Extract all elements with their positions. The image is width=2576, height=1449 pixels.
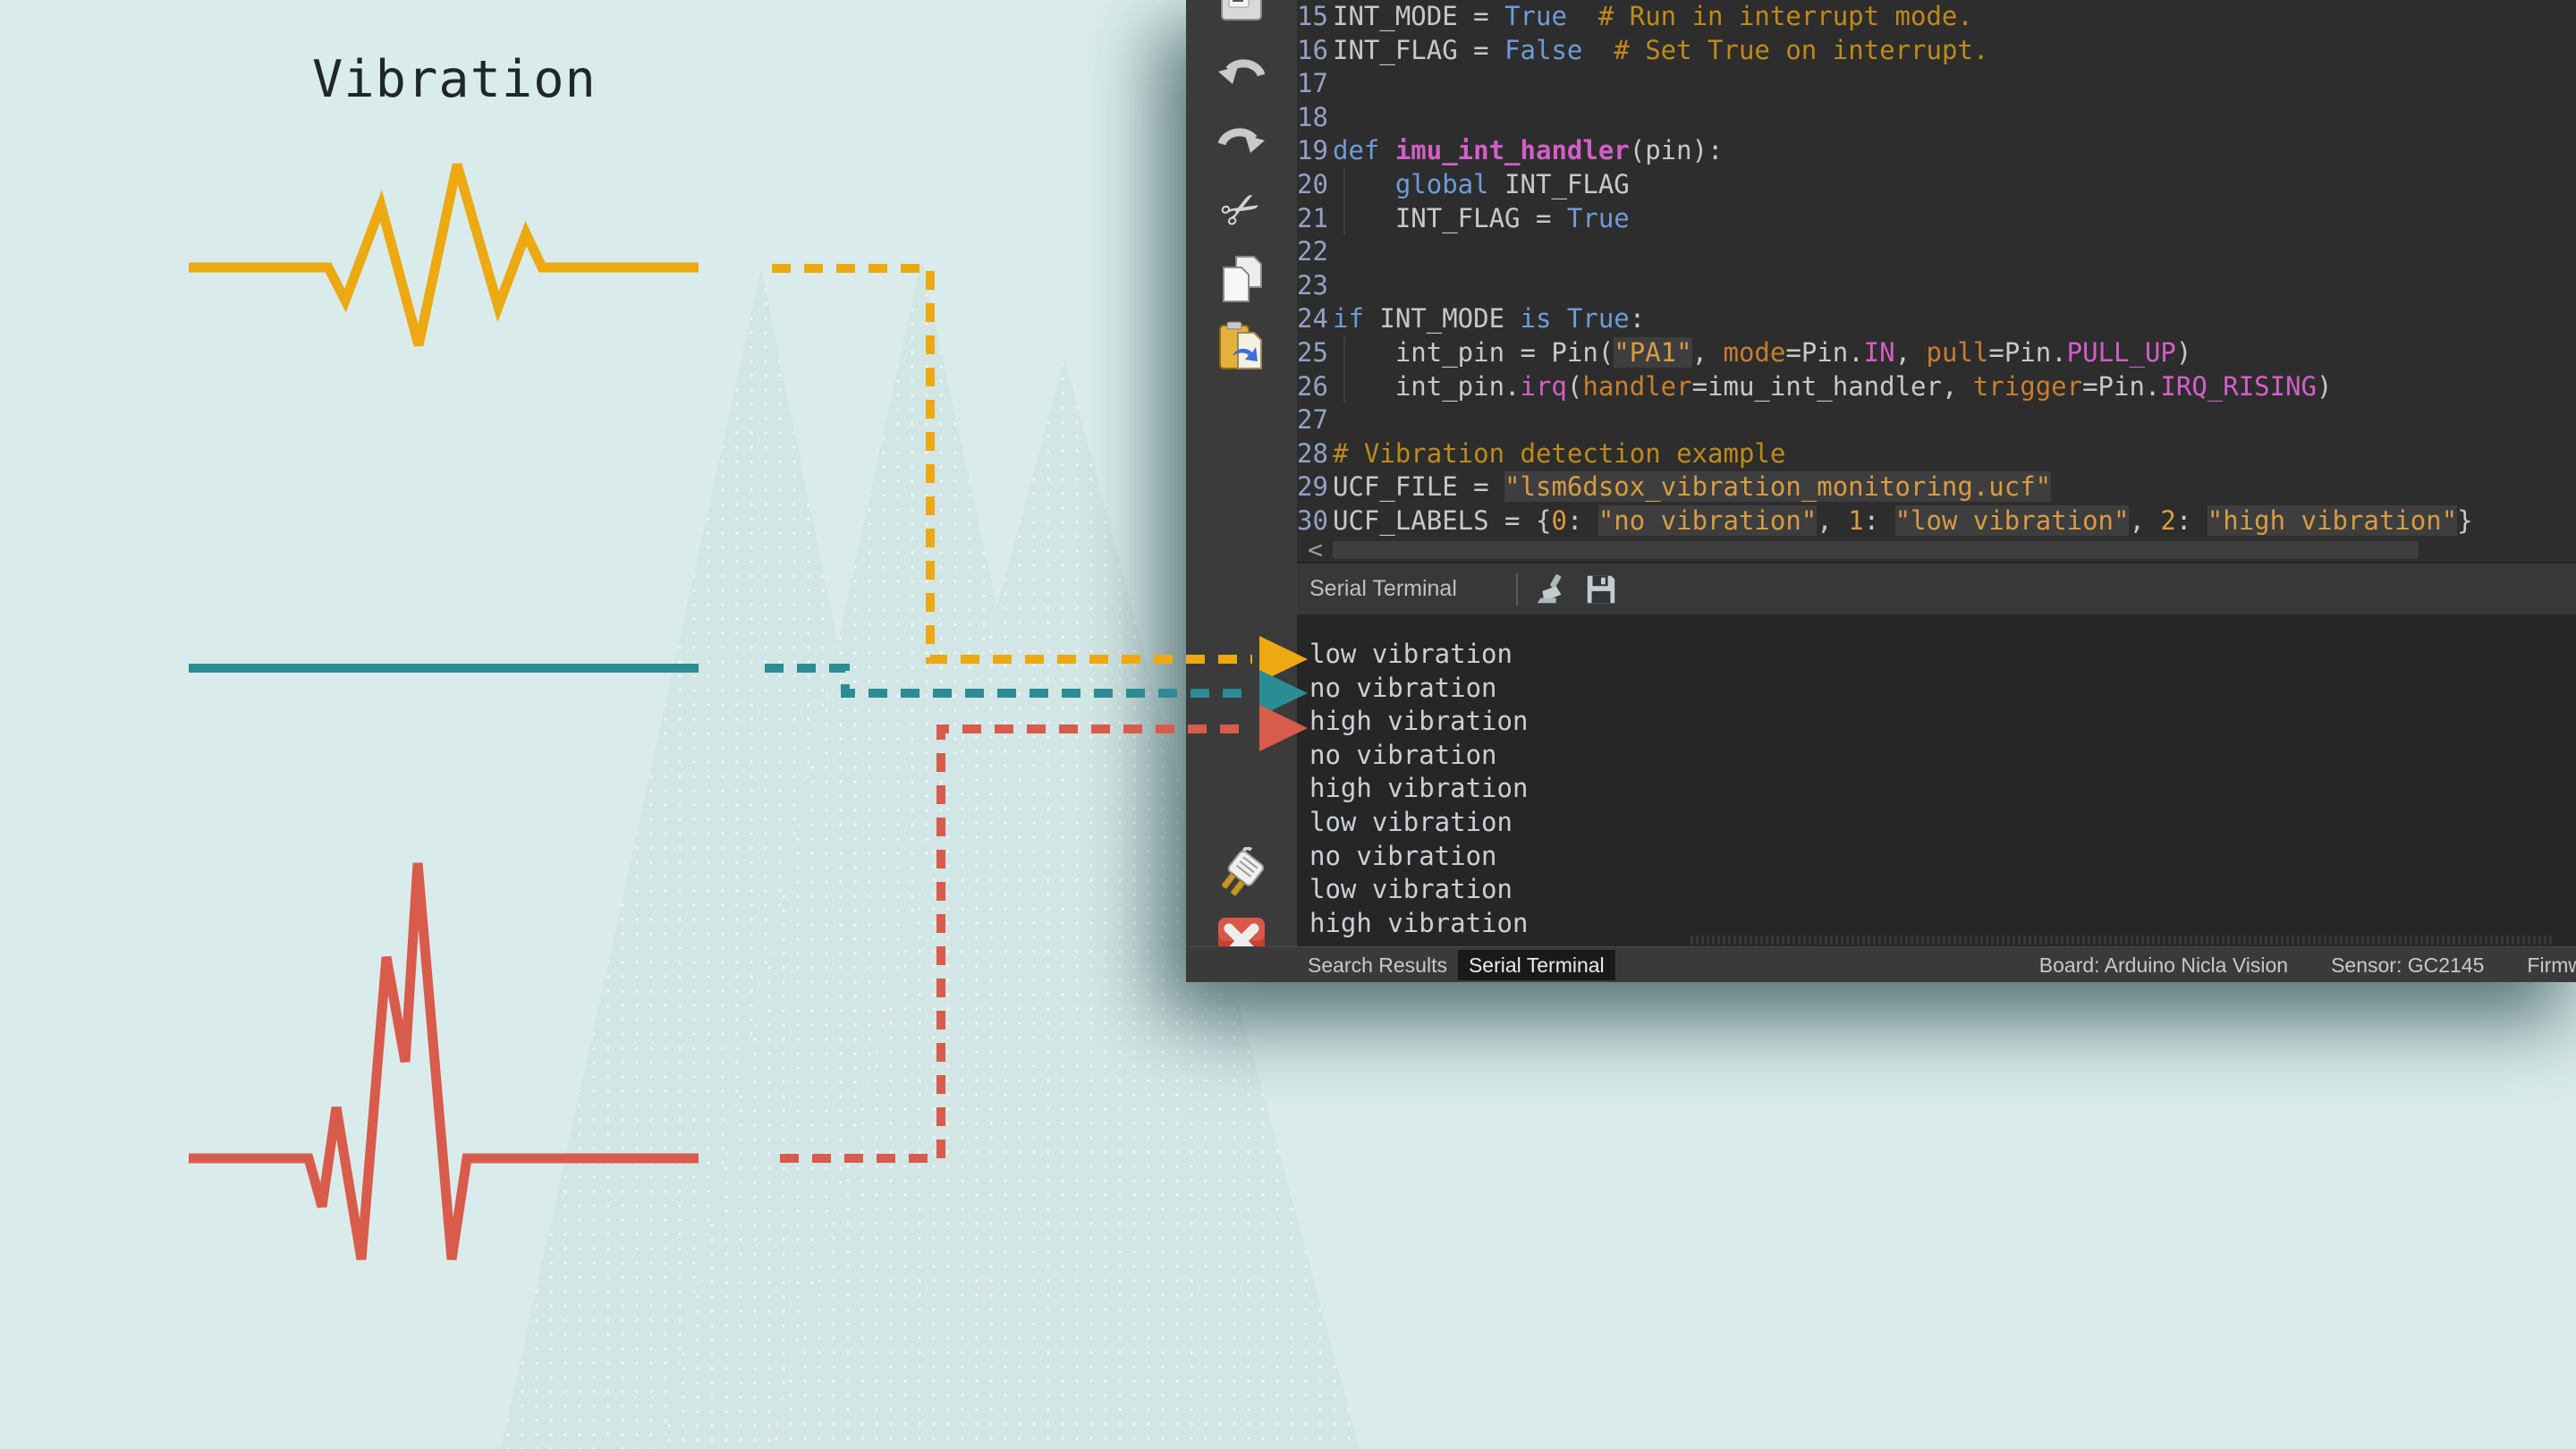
- serial-terminal-header: Serial Terminal: [1297, 564, 2576, 614]
- undo-button[interactable]: [1215, 52, 1268, 106]
- line-number: 23: [1297, 269, 1327, 303]
- line-number: 30: [1297, 504, 1327, 538]
- paste-button[interactable]: [1215, 320, 1268, 374]
- code-line: 17: [1297, 67, 2576, 101]
- code-line: 30UCF_LABELS = {0: "no vibration", 1: "l…: [1297, 504, 2576, 538]
- redo-button[interactable]: [1215, 121, 1268, 174]
- serial-terminal-title: Serial Terminal: [1309, 576, 1457, 602]
- code-line: 27: [1297, 403, 2576, 437]
- scissors-icon: ✂: [1211, 177, 1272, 243]
- code-line: 28# Vibration detection example: [1297, 437, 2576, 471]
- code-line: 22: [1297, 235, 2576, 269]
- copy-icon: [1215, 253, 1268, 307]
- save-button[interactable]: [1215, 0, 1268, 36]
- line-number: 21: [1297, 202, 1327, 236]
- scrollbar-thumb[interactable]: [1333, 541, 2419, 559]
- code-line: 23: [1297, 269, 2576, 303]
- editor-toolbar: ✂: [1186, 0, 1297, 982]
- code-line: 24if INT_MODE is True:: [1297, 302, 2576, 336]
- floppy-icon: [1584, 572, 1618, 606]
- serial-terminal-output[interactable]: low vibrationno vibrationhigh vibrationn…: [1297, 614, 2576, 946]
- line-number: 19: [1297, 134, 1327, 168]
- sensor-label: Sensor: GC2145: [2331, 953, 2484, 978]
- code-editor[interactable]: 15INT_MODE = True # Run in interrupt mod…: [1297, 0, 2576, 538]
- undo-icon: [1215, 52, 1268, 106]
- line-number: 18: [1297, 101, 1327, 135]
- code-line: 18: [1297, 101, 2576, 135]
- tab-serial-terminal[interactable]: Serial Terminal: [1458, 950, 1615, 980]
- status-bar: Search Results Serial Terminal Board: Ar…: [1186, 946, 2576, 982]
- paste-icon: [1215, 320, 1268, 374]
- terminal-line: low vibration: [1309, 873, 2576, 907]
- horizontal-scrollbar: <: [1297, 538, 2576, 562]
- page-title: Vibration: [312, 50, 597, 109]
- line-number: 29: [1297, 470, 1327, 504]
- line-number: 24: [1297, 302, 1327, 336]
- terminal-line: no vibration: [1309, 739, 2576, 773]
- save-log-button[interactable]: [1584, 572, 1618, 606]
- copy-button[interactable]: [1215, 253, 1268, 307]
- terminal-line: low vibration: [1309, 806, 2576, 840]
- connect-button[interactable]: [1215, 847, 1268, 901]
- save-icon: [1215, 0, 1268, 36]
- code-line: 21 INT_FLAG = True: [1297, 202, 2576, 236]
- low-vibration-waveform: [189, 165, 699, 345]
- code-line: 20 global INT_FLAG: [1297, 168, 2576, 202]
- line-number: 25: [1297, 336, 1327, 370]
- line-number: 28: [1297, 437, 1327, 471]
- code-line: 29UCF_FILE = "lsm6dsox_vibration_monitor…: [1297, 470, 2576, 504]
- line-number: 17: [1297, 67, 1327, 101]
- plug-icon: [1215, 847, 1268, 901]
- line-number: 15: [1297, 0, 1327, 34]
- terminal-line: no vibration: [1309, 840, 2576, 874]
- code-line: 25 int_pin = Pin("PA1", mode=Pin.IN, pul…: [1297, 336, 2576, 370]
- line-number: 16: [1297, 34, 1327, 68]
- terminal-line: high vibration: [1309, 772, 2576, 806]
- line-number: 27: [1297, 403, 1327, 437]
- header-divider: [1516, 573, 1518, 606]
- code-line: 16INT_FLAG = False # Set True on interru…: [1297, 34, 2576, 68]
- clear-terminal-button[interactable]: [1534, 572, 1568, 606]
- status-info: Board: Arduino Nicla Vision Sensor: GC21…: [2039, 953, 2576, 978]
- terminal-line: high vibration: [1309, 705, 2576, 739]
- code-line: 19def imu_int_handler(pin):: [1297, 134, 2576, 168]
- terminal-line: no vibration: [1309, 672, 2576, 706]
- board-label: Board: Arduino Nicla Vision: [2039, 953, 2288, 978]
- code-line: 15INT_MODE = True # Run in interrupt mod…: [1297, 0, 2576, 34]
- terminal-line: low vibration: [1309, 638, 2576, 672]
- ide-window: ✂: [1186, 0, 2576, 982]
- scroll-left-arrow[interactable]: <: [1308, 535, 1323, 564]
- line-number: 22: [1297, 235, 1327, 269]
- code-line: 26 int_pin.irq(handler=imu_int_handler, …: [1297, 370, 2576, 404]
- cut-button[interactable]: ✂: [1215, 183, 1268, 237]
- line-number: 26: [1297, 370, 1327, 404]
- firmware-label: Firmw: [2527, 953, 2576, 978]
- redo-icon: [1215, 121, 1268, 174]
- brush-icon: [1534, 572, 1568, 606]
- line-number: 20: [1297, 168, 1327, 202]
- terminal-scrollbar[interactable]: [1690, 936, 2555, 945]
- tab-search-results[interactable]: Search Results: [1297, 950, 1458, 980]
